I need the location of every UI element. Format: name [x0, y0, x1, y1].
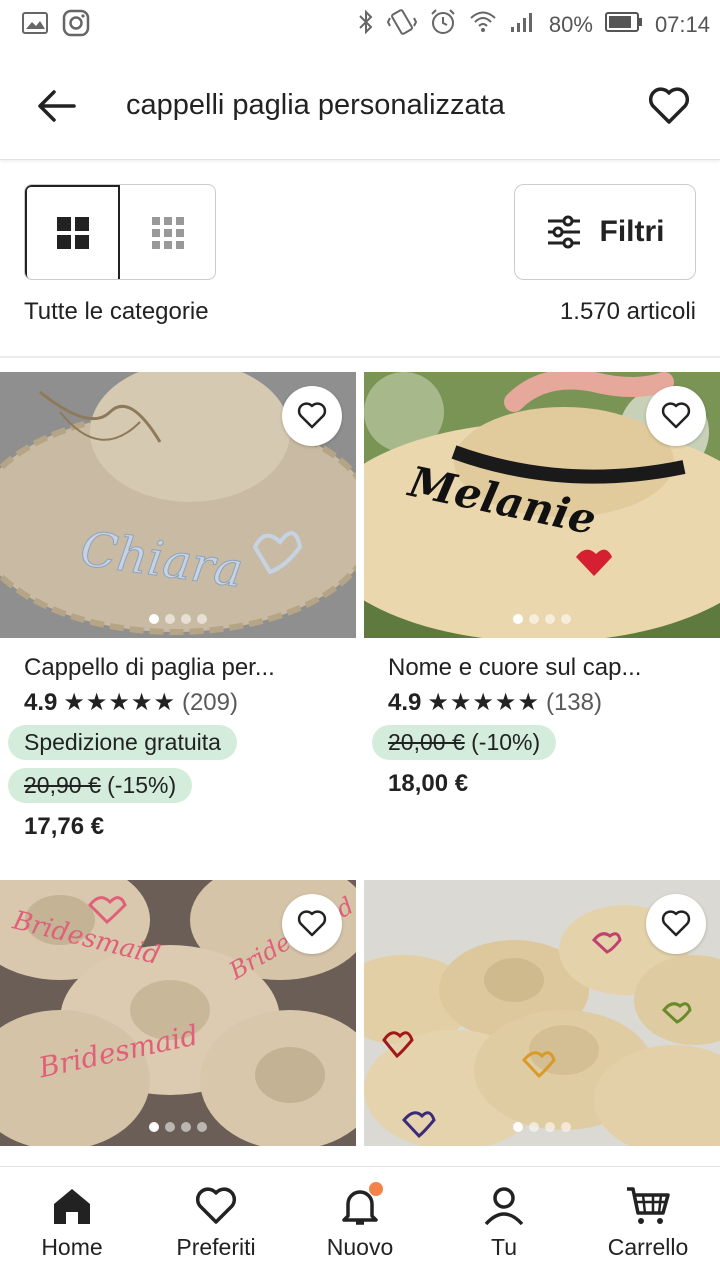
back-button[interactable] [16, 52, 96, 159]
small-grid-view-button[interactable] [120, 185, 215, 279]
category-filter[interactable]: Tutte le categorie [24, 298, 209, 326]
product-title[interactable]: Nome e cuore sul cap... [388, 654, 698, 682]
discount-percent: (-15%) [107, 772, 177, 798]
status-bar: 80% 07:14 [0, 0, 720, 50]
product-image[interactable]: Bridesmaid Bridesmaid Bridesmaid [0, 880, 356, 1146]
original-price: 20,90 € [24, 772, 101, 798]
home-icon [54, 1188, 90, 1224]
alarm-icon [429, 8, 457, 42]
divider [0, 356, 720, 358]
instagram-icon [62, 9, 90, 42]
sliders-icon [547, 215, 580, 249]
bottom-navigation: Home Preferiti Nuovo Tu Carrello [0, 1166, 720, 1279]
nav-profile[interactable]: Tu [439, 1186, 569, 1261]
notification-badge [369, 1181, 383, 1196]
results-count: 1.570 articoli [559, 298, 696, 325]
review-count: (209) [181, 688, 238, 716]
vibrate-icon [386, 8, 418, 42]
product-image[interactable]: Chiara [0, 372, 356, 638]
nav-home-label: Home [41, 1233, 103, 1260]
search-header: cappelli paglia personalizzata [0, 52, 720, 160]
battery-icon [604, 11, 643, 39]
grid-small-icon [151, 217, 184, 249]
favorite-button[interactable] [646, 894, 706, 954]
image-carousel-dots [513, 1122, 571, 1132]
heart-icon [297, 402, 327, 429]
cart-icon [627, 1186, 670, 1224]
clock: 07:14 [654, 12, 710, 37]
nav-favorites-label: Preferiti [176, 1233, 256, 1260]
nav-profile-label: Tu [491, 1233, 517, 1260]
gallery-icon [22, 11, 48, 39]
star-rating-icon: ★★★★★ [63, 689, 176, 716]
heart-icon [661, 402, 691, 429]
free-shipping-badge: Spedizione gratuita [8, 725, 237, 760]
original-price: 20,00 € [388, 729, 465, 755]
nav-updates[interactable]: Nuovo [295, 1181, 425, 1261]
image-carousel-dots [149, 614, 207, 624]
filters-label: Filtri [599, 215, 665, 248]
heart-icon [297, 910, 327, 937]
heart-icon [648, 86, 690, 124]
large-grid-view-button[interactable] [25, 185, 121, 279]
product-image[interactable] [364, 880, 720, 1146]
nav-cart-label: Carrello [607, 1233, 689, 1260]
favorite-button[interactable] [282, 894, 342, 954]
sale-price: 17,76 € [24, 813, 105, 840]
grid-large-icon [56, 217, 89, 249]
nav-home[interactable]: Home [7, 1186, 137, 1261]
nav-updates-label: Nuovo [326, 1233, 394, 1260]
heart-icon [661, 910, 691, 937]
filters-button[interactable]: Filtri [514, 184, 696, 280]
product-title[interactable]: Cappello di paglia per... [24, 654, 334, 682]
rating-value: 4.9 [388, 688, 422, 716]
user-icon [484, 1186, 524, 1225]
image-carousel-dots [149, 1122, 207, 1132]
star-rating-icon: ★★★★★ [427, 689, 540, 716]
wifi-icon [469, 9, 497, 41]
review-count: (138) [545, 688, 602, 716]
discount-badge: 20,90 € (-15%) [8, 768, 193, 803]
product-card[interactable]: Bridesmaid Bridesmaid Bridesmaid [0, 880, 356, 1146]
heart-icon [195, 1186, 237, 1224]
rating-value: 4.9 [24, 688, 58, 716]
discount-badge: 20,00 € (-10%) [372, 725, 557, 760]
discount-percent: (-10%) [471, 729, 541, 755]
product-card[interactable]: Chiara Cappello di paglia per... 4.9 ★★★… [0, 372, 356, 841]
image-carousel-dots [513, 614, 571, 624]
sale-price: 18,00 € [388, 770, 469, 797]
favorite-button[interactable] [282, 386, 342, 446]
battery-percent: 80% [548, 12, 593, 37]
product-image[interactable]: Melanie [364, 372, 720, 638]
nav-cart[interactable]: Carrello [583, 1186, 713, 1261]
arrow-left-icon [38, 89, 76, 122]
nav-favorites[interactable]: Preferiti [151, 1186, 281, 1261]
bluetooth-icon [357, 9, 375, 41]
view-toggle [24, 184, 216, 280]
product-card[interactable] [364, 880, 720, 1146]
favorite-button[interactable] [646, 386, 706, 446]
search-query[interactable]: cappelli paglia personalizzata [96, 89, 634, 122]
product-card[interactable]: Melanie Nome e cuore sul cap... 4.9 ★★★★… [364, 372, 720, 798]
save-search-button[interactable] [634, 86, 704, 125]
signal-icon [509, 11, 537, 39]
